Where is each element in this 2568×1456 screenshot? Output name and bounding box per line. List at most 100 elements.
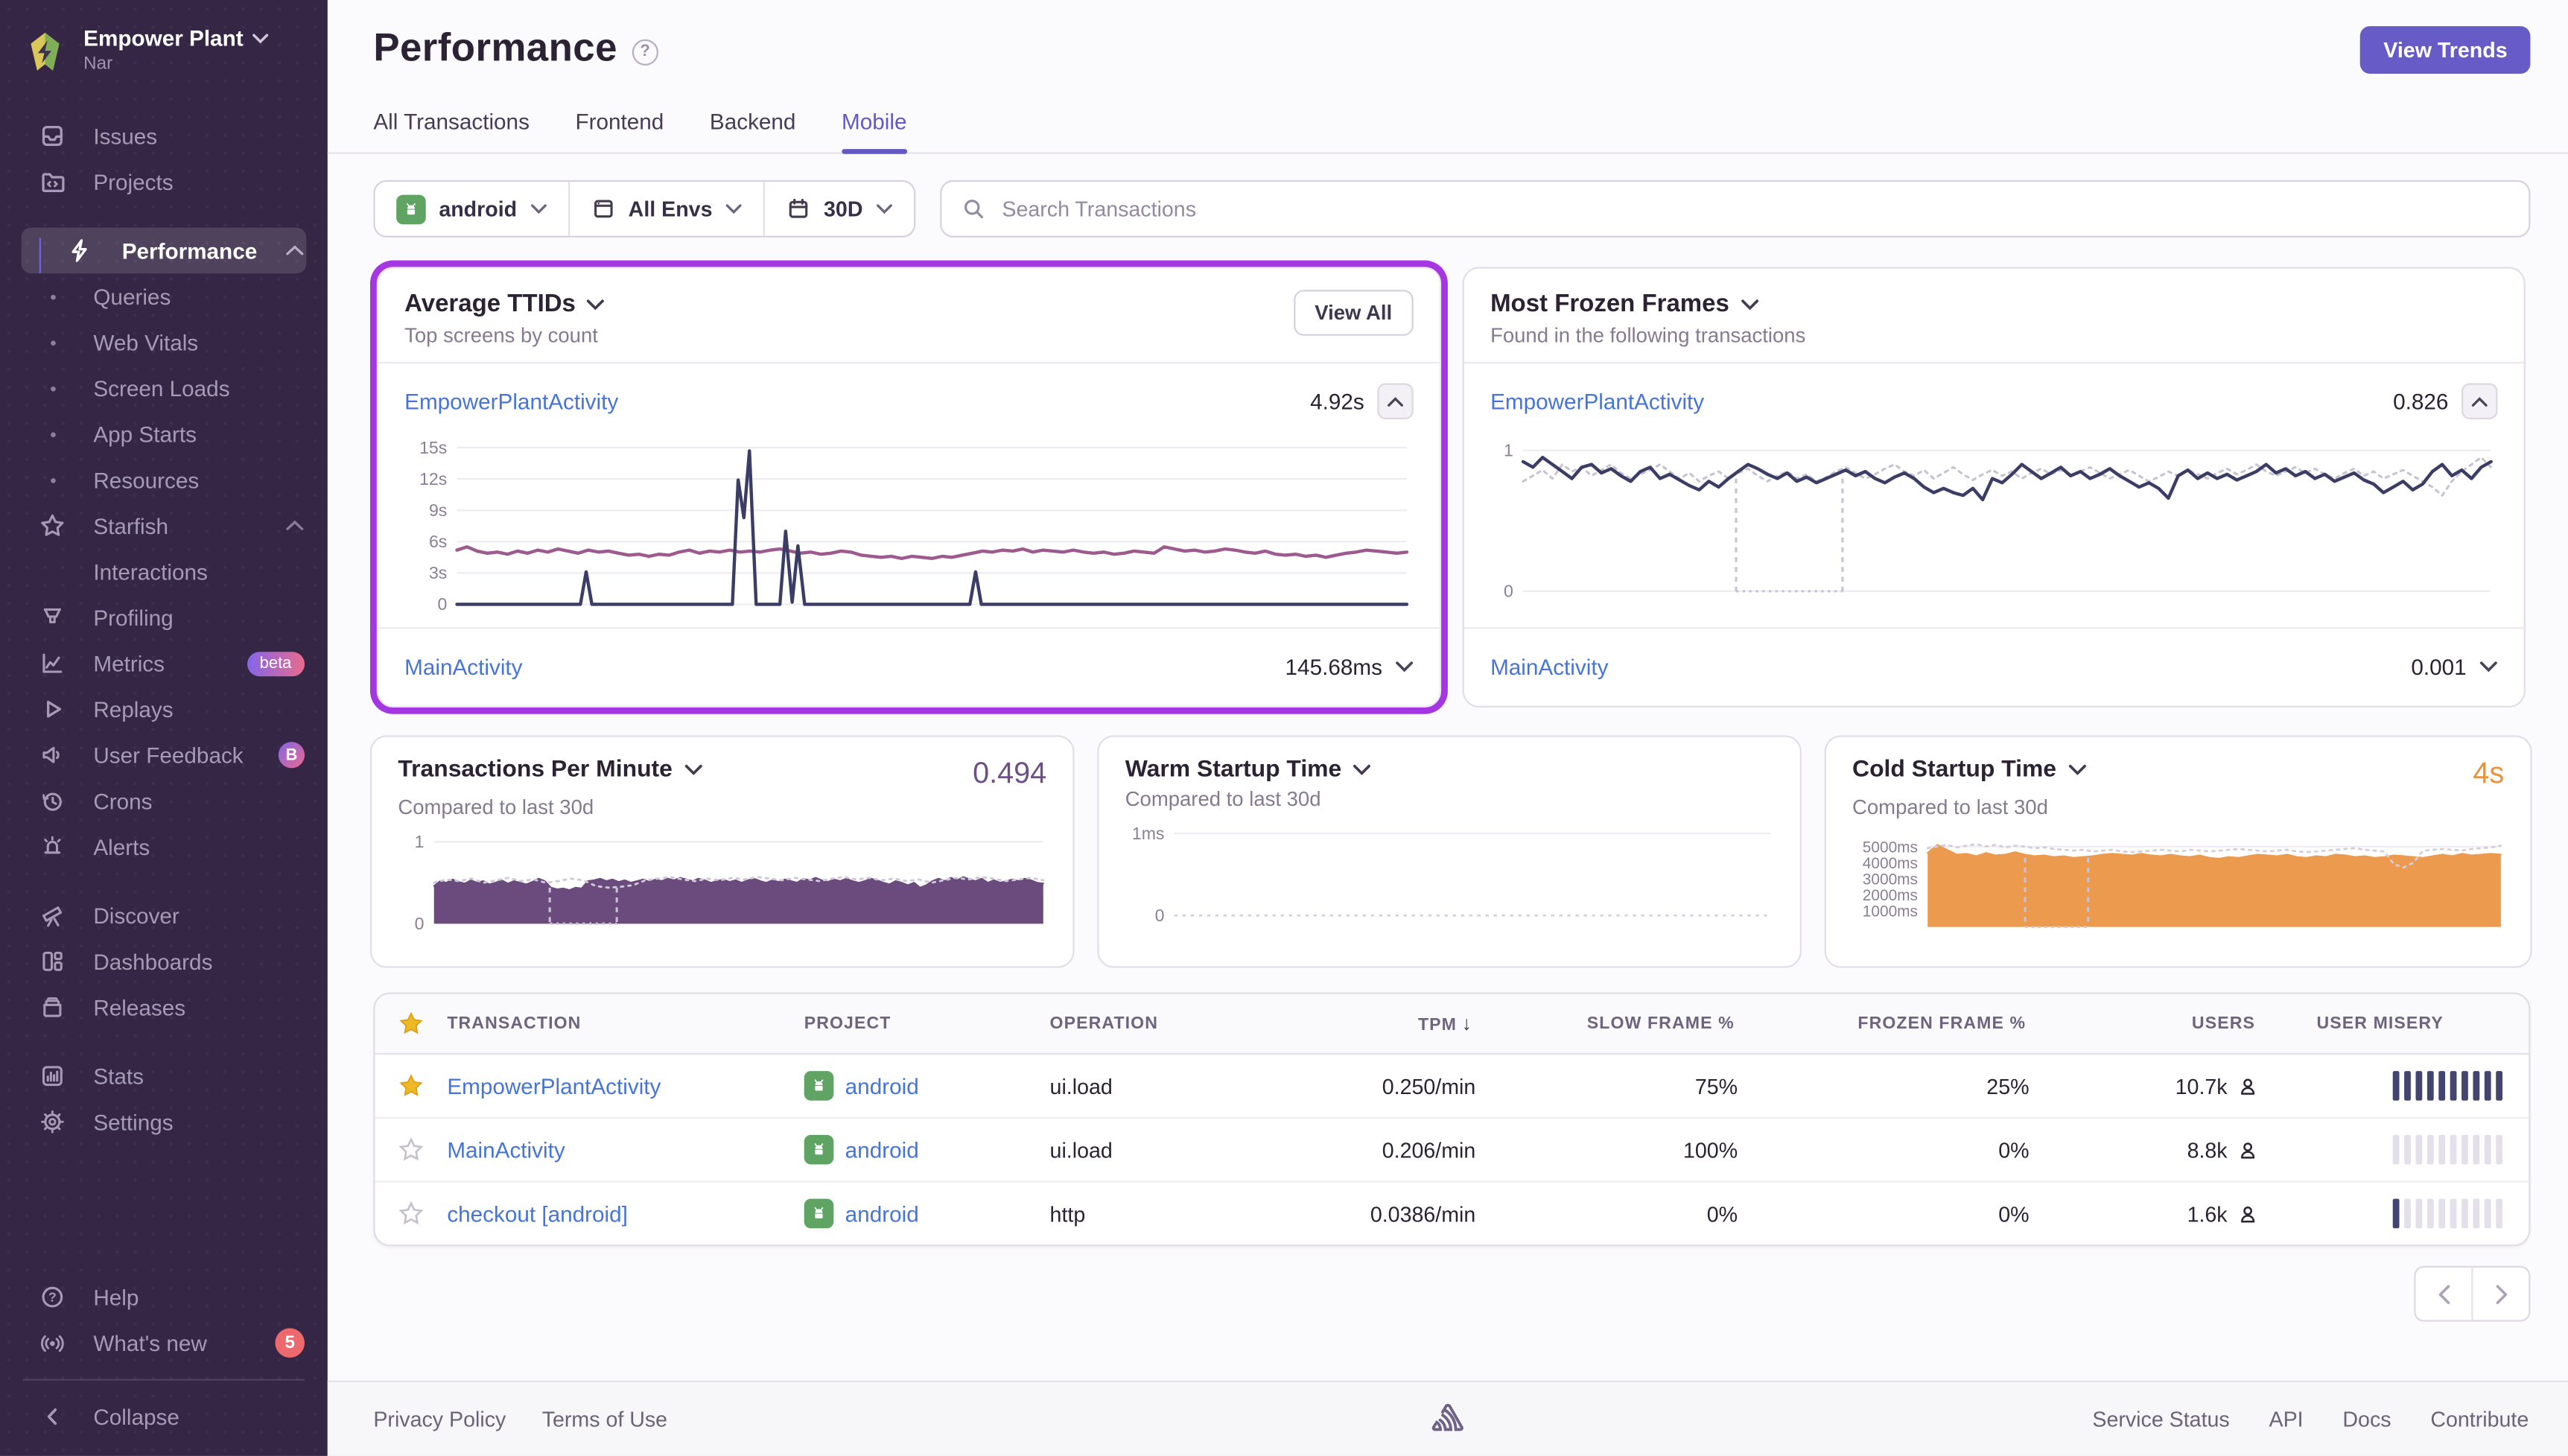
sidebar-item-metrics[interactable]: Metrics beta [0,640,328,687]
main-content: Performance ? View Trends All Transactio… [328,0,2568,1381]
api-link[interactable]: API [2269,1407,2304,1431]
star-icon[interactable] [398,1011,424,1037]
privacy-policy-link[interactable]: Privacy Policy [373,1407,506,1431]
search-transactions-box [940,180,2531,238]
sidebar-item-stats[interactable]: Stats [0,1053,328,1099]
dashboard-icon [39,948,66,974]
sidebar-item-issues[interactable]: Issues [0,113,328,159]
tab-backend[interactable]: Backend [710,109,796,152]
box-icon [39,994,66,1020]
project-link[interactable]: android [845,1073,919,1098]
sidebar-item-profiling[interactable]: Profiling [0,594,328,640]
star-filled-icon[interactable] [398,1072,424,1099]
transaction-link[interactable]: EmpowerPlantActivity [447,1073,661,1098]
operation-cell: http [1050,1201,1296,1226]
slow-frame-cell: 0% [1475,1201,1738,1226]
sidebar-item-interactions[interactable]: Interactions [0,549,328,595]
page-help-icon[interactable]: ? [632,39,658,65]
warm-startup-chart: 1ms0 [1125,821,1777,929]
sidebar-item-settings[interactable]: Settings [0,1099,328,1145]
sidebar-item-web-vitals[interactable]: Web Vitals [0,320,328,366]
average-ttids-title[interactable]: Average TTIDs [404,290,605,317]
transactions-table: TRANSACTION PROJECT OPERATION TPM↓ SLOW … [373,993,2530,1247]
view-trends-button[interactable]: View Trends [2361,26,2531,74]
date-range-filter[interactable]: 30D [763,182,914,236]
col-users[interactable]: USERS [2030,1014,2259,1033]
docs-link[interactable]: Docs [2342,1407,2391,1431]
contribute-link[interactable]: Contribute [2430,1407,2529,1431]
star-outline-icon[interactable] [398,1136,424,1163]
android-icon [804,1199,834,1229]
org-subtitle: Nar [83,54,267,74]
environment-filter[interactable]: All Envs [568,182,763,236]
col-frozen-frame[interactable]: FROZEN FRAME % [1738,1014,2029,1033]
col-transaction[interactable]: TRANSACTION [447,1014,804,1033]
project-link[interactable]: android [845,1137,919,1162]
warm-startup-panel: Warm Startup Time Compared to last 30d 1… [1097,735,1802,967]
star-outline-icon[interactable] [398,1201,424,1227]
profiling-icon [39,604,66,630]
sidebar-item-dashboards[interactable]: Dashboards [0,938,328,985]
svg-text:6s: 6s [429,532,447,551]
sidebar-item-alerts[interactable]: Alerts [0,824,328,870]
tpm-cell: 0.0386/min [1295,1201,1475,1226]
transaction-link[interactable]: MainActivity [447,1137,565,1162]
collapse-chevron-up[interactable] [1377,384,1413,419]
sidebar-item-app-starts[interactable]: App Starts [0,411,328,457]
prev-page-button[interactable] [2415,1268,2471,1320]
sidebar-collapse-button[interactable]: Collapse [0,1393,328,1440]
svg-text:5000ms: 5000ms [1863,839,1918,856]
transaction-link[interactable]: MainActivity [1490,654,1608,678]
sidebar-item-starfish[interactable]: Starfish [0,503,328,549]
cold-startup-value: 4s [2473,757,2504,791]
sidebar-item-releases[interactable]: Releases [0,985,328,1031]
tab-all-transactions[interactable]: All Transactions [373,109,530,152]
transaction-link[interactable]: EmpowerPlantActivity [404,389,618,413]
cold-startup-title[interactable]: Cold Startup Time [1852,757,2086,783]
org-switcher[interactable]: Empower Plant Nar [0,23,328,90]
sidebar-item-user-feedback[interactable]: User Feedback B [0,732,328,778]
next-page-button[interactable] [2471,1268,2529,1320]
service-status-link[interactable]: Service Status [2092,1407,2229,1431]
tpm-title[interactable]: Transactions Per Minute [398,757,702,783]
chevron-down-icon [252,33,268,44]
svg-text:0: 0 [1155,906,1165,925]
svg-text:?: ? [48,1290,57,1305]
warm-startup-title[interactable]: Warm Startup Time [1125,757,1371,783]
view-all-button[interactable]: View All [1294,290,1414,336]
expand-chevron-down[interactable] [1396,660,1414,673]
frozen-frame-cell: 25% [1738,1073,2029,1098]
tab-frontend[interactable]: Frontend [575,109,664,152]
col-project[interactable]: PROJECT [804,1014,1050,1033]
terms-of-use-link[interactable]: Terms of Use [542,1407,667,1431]
col-tpm[interactable]: TPM↓ [1295,1012,1475,1035]
expand-chevron-down[interactable] [2479,660,2497,673]
col-slow-frame[interactable]: SLOW FRAME % [1475,1014,1738,1033]
sidebar-item-discover[interactable]: Discover [0,892,328,938]
sidebar-item-crons[interactable]: Crons [0,778,328,824]
frozen-frames-chart: 10 [1490,425,2497,621]
collapse-chevron-up[interactable] [2461,384,2497,419]
sidebar-item-resources[interactable]: Resources [0,457,328,503]
transaction-link[interactable]: EmpowerPlantActivity [1490,389,1704,413]
most-frozen-frames-title[interactable]: Most Frozen Frames [1490,290,1805,317]
search-input[interactable] [999,195,2509,223]
transaction-link[interactable]: checkout [android] [447,1201,628,1226]
sidebar-item-performance[interactable]: Performance [0,228,328,274]
chevron-up-icon [285,519,305,533]
sidebar-item-screen-loads[interactable]: Screen Loads [0,365,328,411]
col-user-misery[interactable]: USER MISERY [2258,1014,2529,1033]
broadcast-icon [39,1330,66,1356]
cold-startup-chart: 5000ms4000ms3000ms2000ms1000ms [1852,829,2508,937]
sidebar-item-replays[interactable]: Replays [0,686,328,732]
sidebar-item-help[interactable]: ? Help [0,1274,328,1320]
sidebar-item-queries[interactable]: Queries [0,273,328,320]
project-link[interactable]: android [845,1201,919,1226]
sidebar-item-projects[interactable]: Projects [0,159,328,205]
project-filter[interactable]: android [375,182,568,236]
transaction-link[interactable]: MainActivity [404,654,522,678]
sidebar-item-whats-new[interactable]: What's new 5 [0,1320,328,1366]
col-operation[interactable]: OPERATION [1050,1014,1296,1033]
user-misery-bars [2393,1071,2502,1101]
tab-mobile[interactable]: Mobile [842,109,906,152]
